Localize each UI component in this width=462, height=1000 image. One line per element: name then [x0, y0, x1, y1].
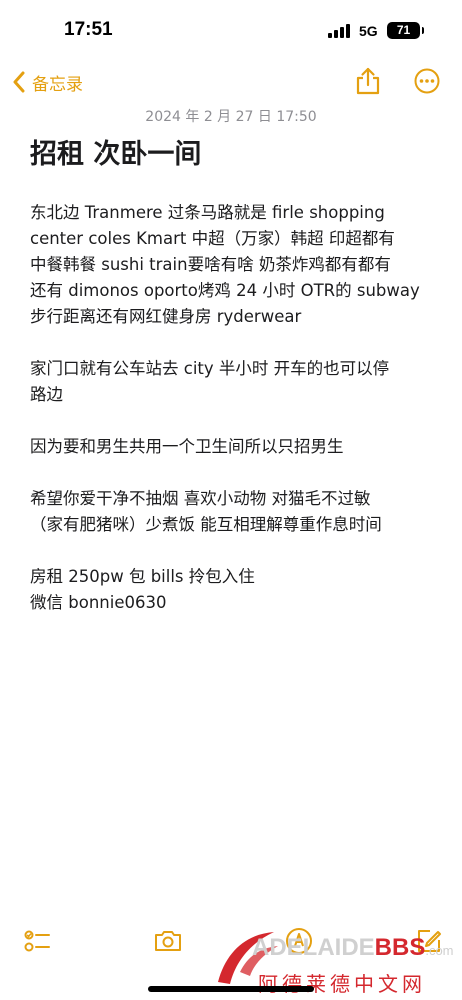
- ellipsis-circle-icon[interactable]: [414, 68, 440, 94]
- battery-level: 71: [396, 23, 411, 37]
- note-body[interactable]: 东北边 Tranmere 过条马路就是 firle shopping cente…: [30, 200, 440, 642]
- cellular-signal-icon: [328, 24, 352, 38]
- home-indicator[interactable]: [148, 986, 314, 992]
- note-line: center coles Kmart 中超（万家）韩超 印超都有: [30, 229, 395, 248]
- watermark-cn-text: 阿德莱德中文网: [258, 972, 426, 996]
- status-bar: 17:51 5G 71: [0, 0, 462, 60]
- note-line: 步行距离还有网红健身房 ryderwear: [30, 307, 302, 326]
- status-time: 17:51: [64, 19, 113, 40]
- note-paragraph: 家门口就有公车站去 city 半小时 开车的也可以停 路边: [30, 356, 440, 408]
- watermark-brand-main: ADELAIDE: [252, 934, 375, 961]
- share-icon[interactable]: [354, 66, 382, 96]
- back-button[interactable]: 备忘录: [12, 68, 83, 96]
- watermark-brand-com: .com: [425, 943, 454, 958]
- note-line: 微信 bonnie0630: [30, 593, 167, 612]
- nav-bar: 备忘录: [0, 60, 462, 104]
- note-line: 因为要和男生共用一个卫生间所以只招男生: [30, 437, 344, 456]
- note-line: 家门口就有公车站去 city 半小时 开车的也可以停: [30, 359, 390, 378]
- note-line: 东北边 Tranmere 过条马路就是 firle shopping: [30, 203, 385, 222]
- note-line: 希望你爱干净不抽烟 喜欢小动物 对猫毛不过敏: [30, 489, 371, 508]
- note-line: 路边: [30, 385, 63, 404]
- note-line: 中餐韩餐 sushi train要啥有啥 奶茶炸鸡都有都有: [30, 255, 391, 274]
- battery-icon: 71: [387, 22, 424, 39]
- note-line: 房租 250pw 包 bills 拎包入住: [30, 567, 255, 586]
- watermark-brand: ADELAIDEBBS.com: [252, 934, 454, 962]
- chevron-left-icon: [13, 71, 25, 93]
- note-line: （家有肥猪咪）少煮饭 能互相理解尊重作息时间: [30, 515, 382, 534]
- note-paragraph: 希望你爱干净不抽烟 喜欢小动物 对猫毛不过敏 （家有肥猪咪）少煮饭 能互相理解尊…: [30, 486, 440, 538]
- network-type: 5G: [359, 23, 378, 39]
- note-line: 还有 dimonos oporto烤鸡 24 小时 OTR的 subway: [30, 281, 420, 300]
- checklist-icon[interactable]: [22, 926, 52, 956]
- camera-icon[interactable]: [153, 926, 183, 956]
- note-paragraph: 房租 250pw 包 bills 拎包入住 微信 bonnie0630: [30, 564, 440, 616]
- note-paragraph: 东北边 Tranmere 过条马路就是 firle shopping cente…: [30, 200, 440, 330]
- back-button-label: 备忘录: [32, 74, 83, 95]
- watermark-brand-bbs: BBS: [374, 934, 426, 961]
- note-paragraph: 因为要和男生共用一个卫生间所以只招男生: [30, 434, 440, 460]
- note-date: 2024 年 2 月 27 日 17:50: [145, 109, 317, 125]
- note-title[interactable]: 招租 次卧一间: [30, 132, 201, 171]
